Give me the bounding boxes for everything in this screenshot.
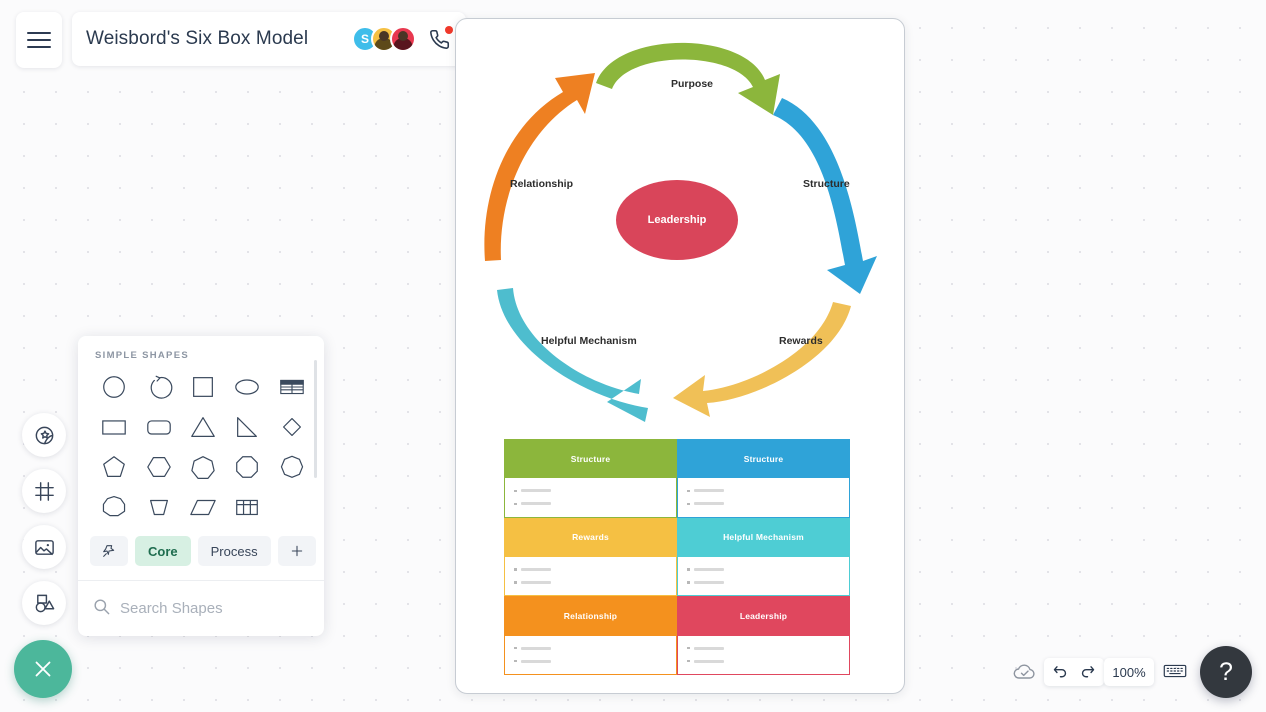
shape-trapezoid[interactable] [136, 490, 180, 524]
matrix-bullet [514, 659, 676, 663]
cycle-label-relationship: Relationship [510, 178, 574, 190]
cycle-label-helpful-mechanism: Helpful Mechanism [541, 335, 637, 347]
matrix-body[interactable] [504, 556, 677, 597]
hamburger-menu-icon[interactable] [16, 12, 62, 68]
shape-grid-table[interactable] [225, 490, 269, 524]
matrix-bullet [514, 580, 676, 584]
matrix-header[interactable]: Structure [504, 439, 677, 479]
canvas-background[interactable]: Weisbord's Six Box Model S Purpose Struc… [0, 0, 1266, 712]
matrix-bullet [514, 489, 676, 493]
shape-rectangle[interactable] [92, 410, 136, 444]
frame-grid-icon[interactable] [22, 469, 66, 513]
matrix-header[interactable]: Relationship [504, 596, 677, 636]
hamburger-line [27, 39, 51, 41]
theme-sticker-icon[interactable] [22, 413, 66, 457]
center-ellipse-leadership[interactable]: Leadership [616, 180, 738, 260]
keyboard-shortcuts-icon[interactable] [1163, 661, 1187, 681]
matrix-header[interactable]: Leadership [677, 596, 850, 636]
redo-arrow-icon[interactable] [1078, 663, 1097, 682]
cloud-saved-icon[interactable] [1012, 660, 1038, 684]
phone-call-icon[interactable] [426, 26, 453, 52]
matrix-bullet [514, 646, 676, 650]
matrix-header[interactable]: Helpful Mechanism [677, 517, 850, 557]
shape-library-panel[interactable]: SIMPLE SHAPES Core Process Search Shapes [78, 336, 324, 636]
tab-process[interactable]: Process [197, 536, 271, 566]
tab-pin[interactable] [90, 536, 128, 566]
matrix-body[interactable] [677, 556, 850, 597]
matrix-bullet [687, 659, 849, 663]
shape-hexagon[interactable] [136, 450, 180, 484]
shape-search-row [78, 581, 324, 636]
matrix-header-label: Relationship [563, 610, 618, 621]
matrix-bullet [687, 567, 849, 571]
close-x-icon[interactable] [14, 640, 72, 698]
matrix-header-label: Structure [570, 453, 611, 464]
shapes-section-title: SIMPLE SHAPES [95, 350, 189, 361]
matrix-bullet [687, 502, 849, 506]
shape-right-triangle[interactable] [225, 410, 269, 444]
shape-octagon[interactable] [225, 450, 269, 484]
matrix-header-label: Rewards [572, 532, 609, 543]
six-box-matrix-table[interactable]: Structure Rewards Relationship Structure… [504, 439, 850, 675]
matrix-bullet [514, 567, 676, 571]
center-ellipse-label: Leadership [647, 214, 707, 226]
avatar-initial: S [360, 32, 369, 46]
collaborator-avatars: S [352, 26, 416, 52]
undo-arrow-icon[interactable] [1051, 663, 1070, 682]
matrix-header-label: Leadership [739, 610, 788, 621]
search-icon [92, 597, 111, 621]
undo-redo-group [1044, 658, 1104, 686]
help-button[interactable]: ? [1200, 646, 1252, 698]
matrix-body[interactable] [677, 635, 850, 675]
matrix-body[interactable] [504, 478, 677, 518]
search-input[interactable] [120, 600, 319, 617]
matrix-bullet [514, 502, 676, 506]
shape-category-tabs: Core Process [90, 536, 316, 566]
cycle-label-rewards: Rewards [779, 335, 823, 347]
add-category-button[interactable] [277, 536, 316, 566]
shape-triangle[interactable] [181, 410, 225, 444]
shape-nonagon[interactable] [270, 450, 314, 484]
hamburger-line [27, 32, 51, 34]
shape-heptagon[interactable] [181, 450, 225, 484]
shapes-scrollbar[interactable] [314, 360, 317, 478]
matrix-bullet [687, 646, 849, 650]
shape-parallelogram[interactable] [181, 490, 225, 524]
shape-rounded-rectangle[interactable] [136, 410, 180, 444]
shape-pentagon[interactable] [92, 450, 136, 484]
matrix-header-label: Helpful Mechanism [723, 532, 804, 543]
shapes-grid [92, 370, 314, 524]
shape-table-lines[interactable] [270, 370, 314, 404]
tab-core[interactable]: Core [135, 536, 191, 566]
shape-square[interactable] [181, 370, 225, 404]
shape-circle[interactable] [92, 370, 136, 404]
avatar[interactable] [390, 26, 416, 52]
matrix-body[interactable] [504, 635, 677, 675]
cycle-label-purpose: Purpose [671, 78, 714, 90]
document-title[interactable]: Weisbord's Six Box Model [86, 28, 352, 50]
help-label: ? [1219, 657, 1233, 686]
shape-diamond[interactable] [270, 410, 314, 444]
cycle-label-structure: Structure [803, 178, 850, 190]
shapes-icon[interactable] [22, 581, 66, 625]
notification-dot [445, 26, 453, 34]
zoom-level[interactable]: 100% [1104, 658, 1154, 686]
matrix-header[interactable]: Rewards [504, 517, 677, 557]
shape-ellipse[interactable] [225, 370, 269, 404]
shape-decagon[interactable] [92, 490, 136, 524]
title-bar: Weisbord's Six Box Model S [72, 12, 466, 66]
shape-arc-arrow[interactable] [136, 370, 180, 404]
matrix-bullet [687, 580, 849, 584]
matrix-header[interactable]: Structure [677, 439, 850, 479]
hamburger-line [27, 46, 51, 48]
shape-slot-empty [270, 490, 314, 524]
image-icon[interactable] [22, 525, 66, 569]
matrix-body[interactable] [677, 478, 850, 518]
matrix-header-label: Structure [743, 453, 784, 464]
matrix-bullet [687, 489, 849, 493]
